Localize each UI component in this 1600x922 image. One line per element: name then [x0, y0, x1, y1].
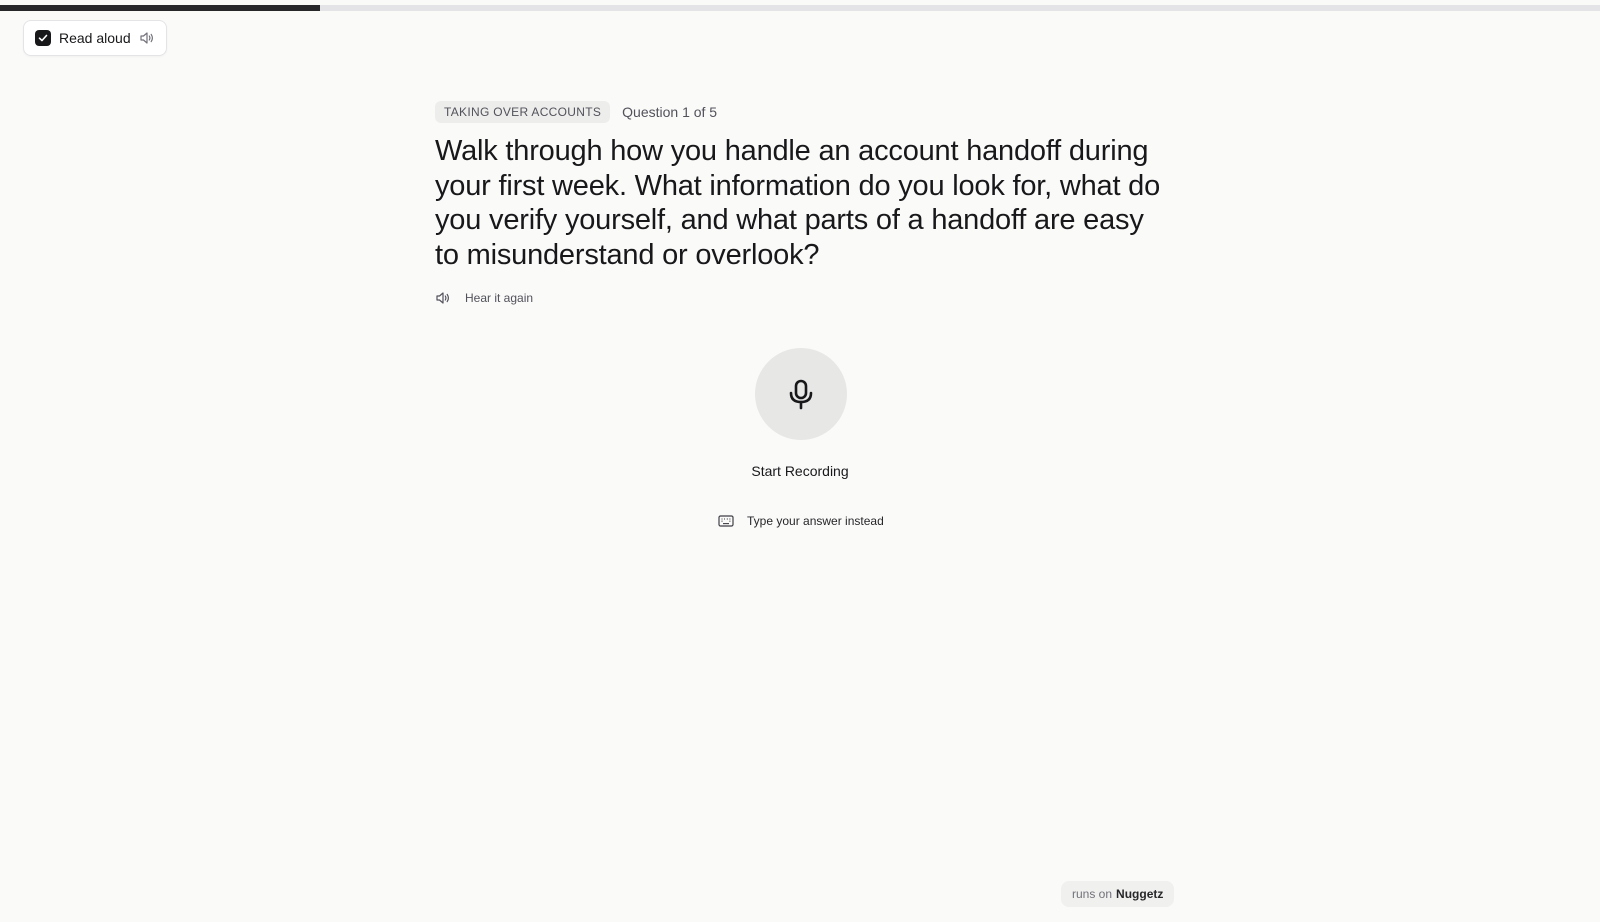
hear-again-button[interactable]: Hear it again — [435, 288, 533, 308]
powered-by-badge[interactable]: runs on Nuggetz — [1061, 881, 1175, 907]
category-tag: TAKING OVER ACCOUNTS — [435, 101, 611, 123]
question-section: TAKING OVER ACCOUNTS Question 1 of 5 Wal… — [435, 100, 1175, 308]
speaker-icon — [139, 30, 155, 46]
progress-bar-fill — [0, 5, 320, 11]
question-counter: Question 1 of 5 — [622, 104, 718, 120]
question-meta: TAKING OVER ACCOUNTS Question 1 of 5 — [435, 100, 1175, 124]
question-text: Walk through how you handle an account h… — [435, 135, 1161, 271]
progress-bar — [0, 5, 1600, 11]
start-recording-label: Start Recording — [751, 463, 849, 479]
type-answer-button[interactable]: Type your answer instead — [718, 512, 884, 530]
microphone-icon[interactable] — [786, 378, 816, 410]
powered-by-prefix: runs on — [1072, 887, 1113, 901]
check-icon[interactable] — [35, 30, 51, 46]
speaker-icon[interactable] — [435, 290, 453, 306]
type-answer-label: Type your answer instead — [747, 514, 884, 528]
read-aloud-toggle[interactable]: Read aloud — [23, 20, 167, 56]
start-recording-button[interactable] — [755, 348, 847, 440]
hear-again-label: Hear it again — [465, 291, 534, 305]
read-aloud-label: Read aloud — [59, 30, 131, 46]
brand-name: Nuggetz — [1116, 887, 1164, 901]
keyboard-icon[interactable] — [718, 514, 734, 528]
